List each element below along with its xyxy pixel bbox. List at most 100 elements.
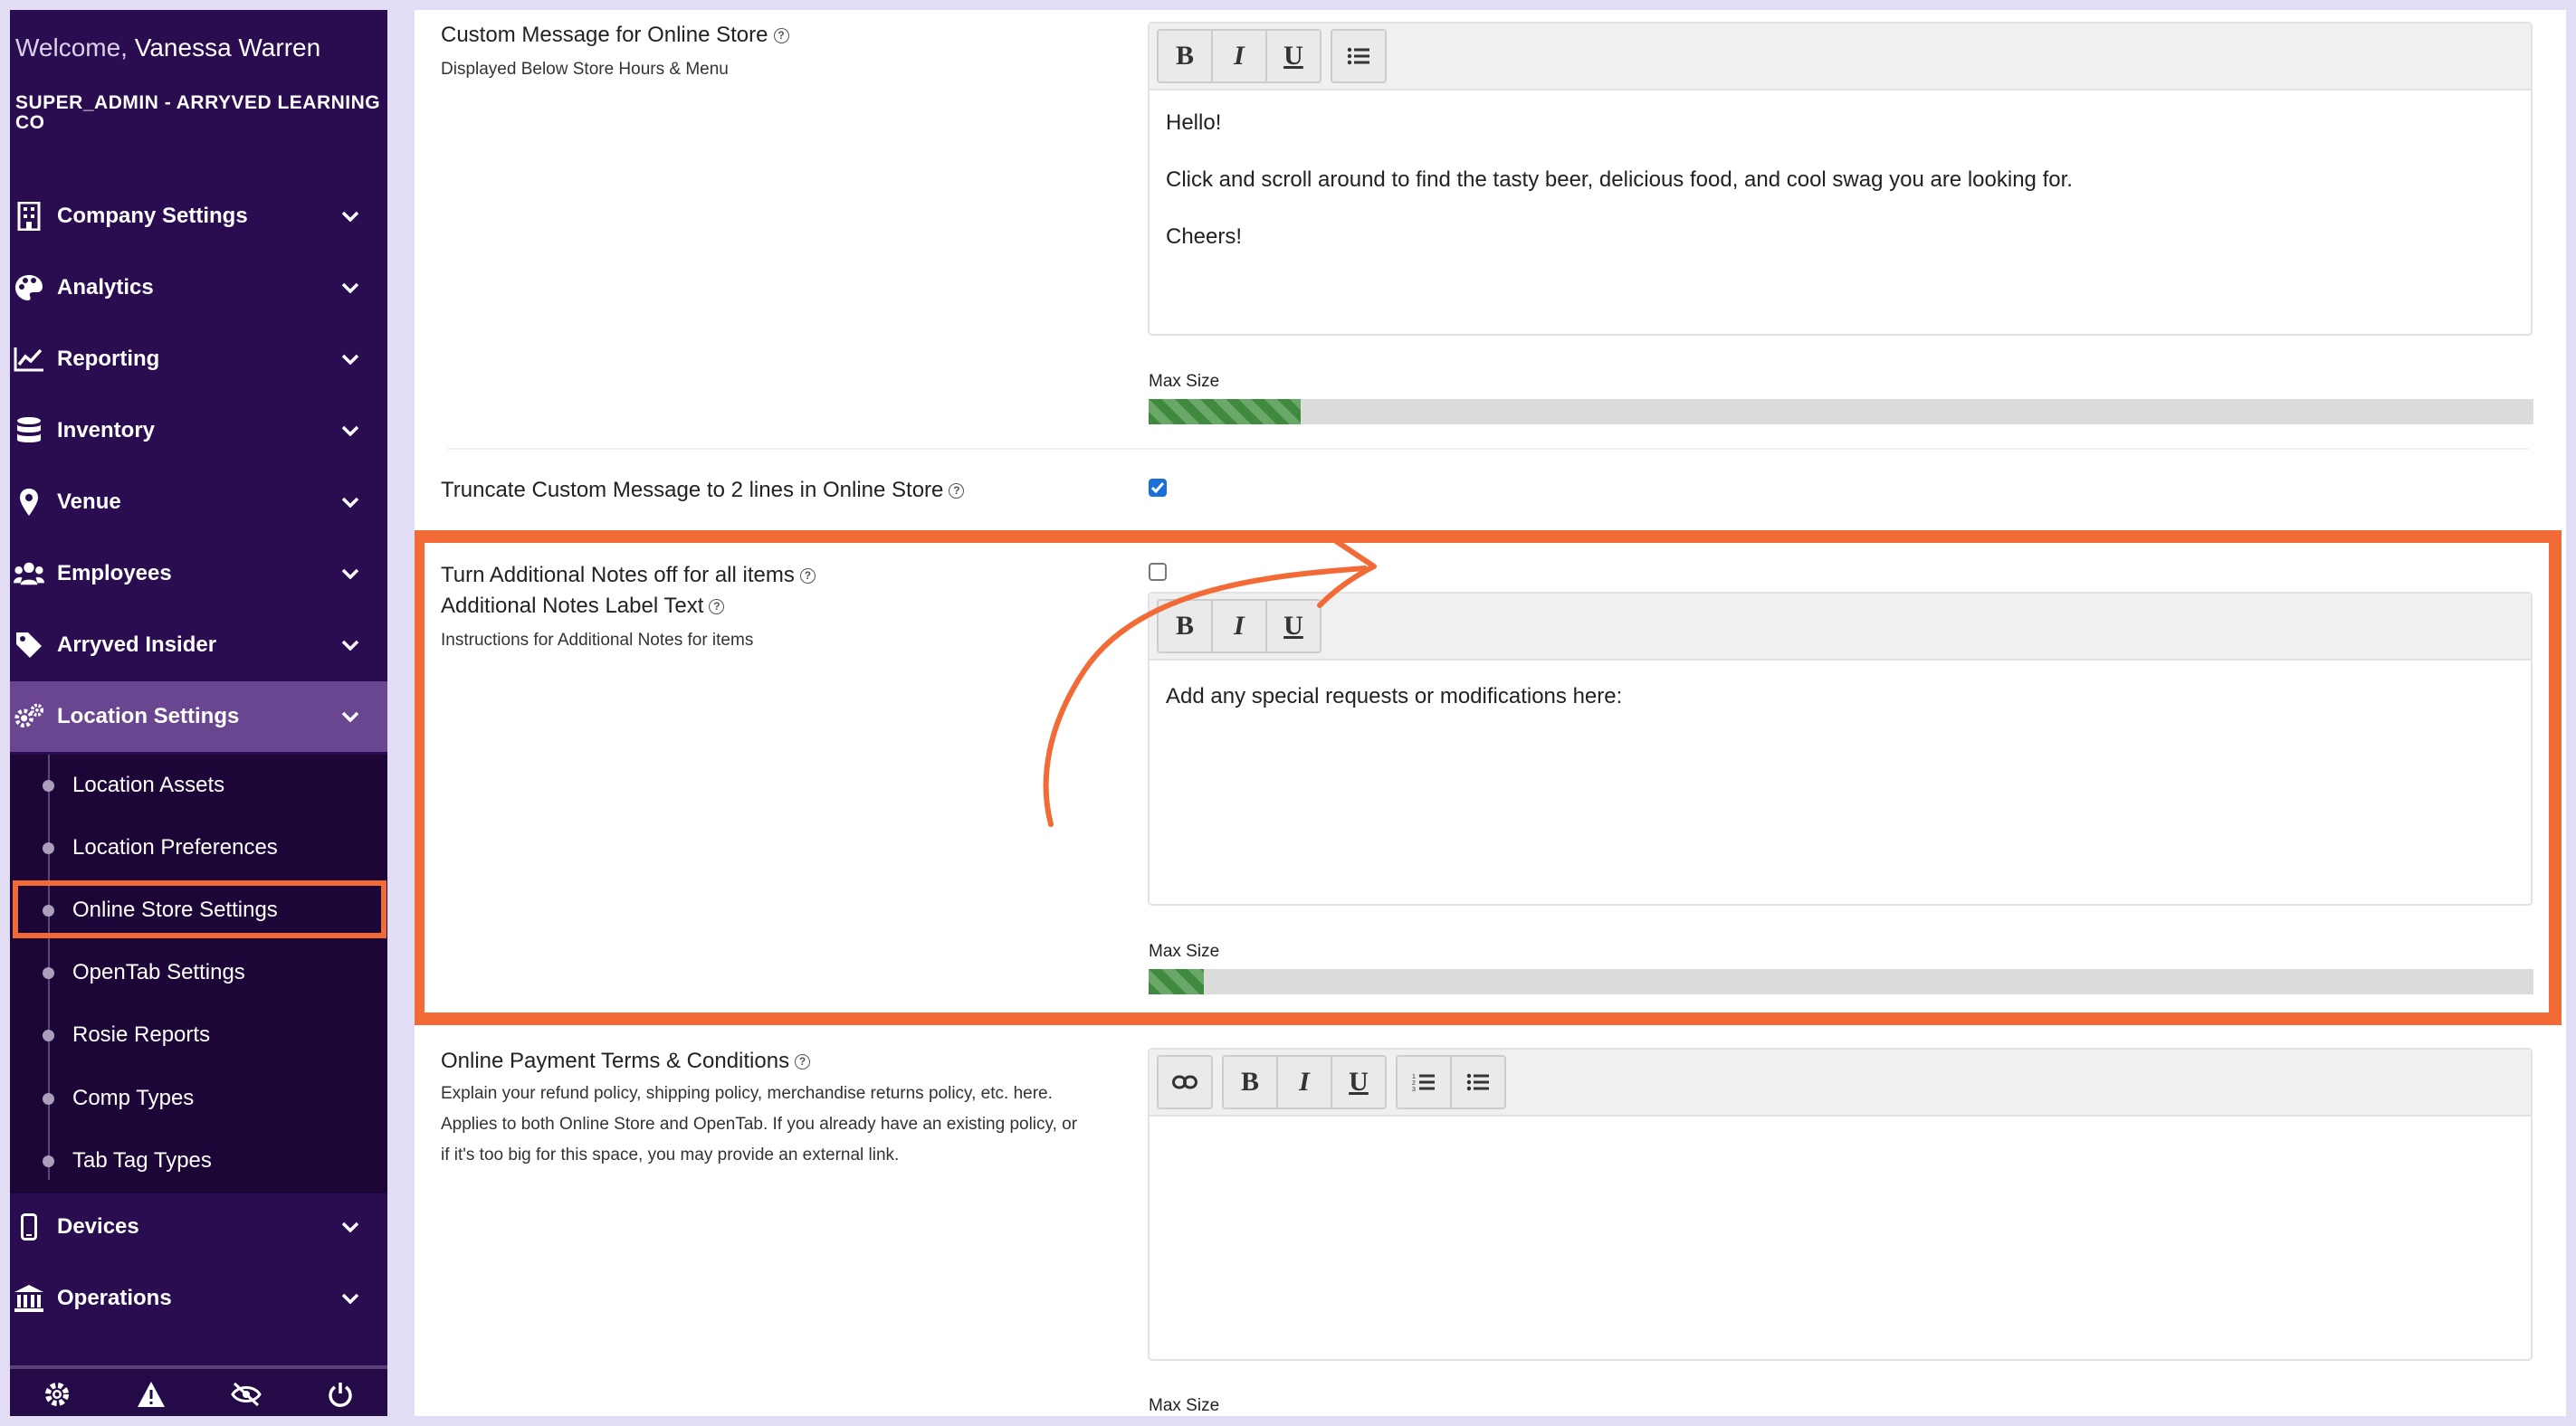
chevron-down-icon bbox=[337, 632, 364, 659]
help-icon[interactable]: ? bbox=[709, 599, 725, 615]
bullet-icon bbox=[43, 779, 54, 792]
payment-terms-sub-line: Explain your refund policy, shipping pol… bbox=[441, 1084, 1053, 1103]
payment-terms-label: Online Payment Terms & Conditions? bbox=[441, 1049, 811, 1074]
chevron-down-icon bbox=[337, 703, 364, 730]
palette-icon bbox=[14, 272, 44, 303]
payment-terms-editor: BIU 123 bbox=[1148, 1048, 2533, 1361]
progress-fill bbox=[1149, 969, 1205, 994]
nav-analytics[interactable]: Analytics bbox=[10, 252, 387, 323]
tag-icon bbox=[14, 630, 44, 661]
max-size-label: Max Size bbox=[1149, 372, 1220, 391]
truncate-checkbox[interactable] bbox=[1149, 479, 1167, 497]
max-size-progress bbox=[1149, 399, 2533, 424]
custom-message-label: Custom Message for Online Store? bbox=[441, 23, 789, 48]
bank-icon bbox=[14, 1283, 44, 1314]
sidebar: Welcome, Vanessa Warren SUPER_ADMIN - AR… bbox=[10, 10, 387, 1416]
payment-terms-sub-line: Applies to both Online Store and OpenTab… bbox=[441, 1115, 1078, 1134]
gears-icon bbox=[14, 701, 44, 732]
numbered-list-icon: 123 bbox=[1412, 1074, 1435, 1092]
nav-reporting[interactable]: Reporting bbox=[10, 324, 387, 395]
custom-message-sub: Displayed Below Store Hours & Menu bbox=[441, 60, 729, 79]
custom-message-editor: BIU Hello! Click and scroll around to fi… bbox=[1148, 22, 2533, 336]
location-settings-submenu: Location Assets Location Preferences Onl… bbox=[10, 755, 387, 1193]
bullet-icon bbox=[43, 1029, 54, 1041]
divider bbox=[447, 448, 2529, 450]
notes-label-sub: Instructions for Additional Notes for it… bbox=[441, 631, 754, 650]
help-icon[interactable]: ? bbox=[795, 1054, 811, 1070]
editor-toolbar: BIU bbox=[1150, 24, 2531, 90]
nav-operations[interactable]: Operations bbox=[10, 1263, 387, 1334]
underline-button[interactable]: U bbox=[1267, 601, 1320, 651]
editor-line: Cheers! bbox=[1166, 224, 1243, 249]
bullet-list-button[interactable] bbox=[1332, 31, 1385, 81]
sub-item-tab-tag-types[interactable]: Tab Tag Types bbox=[10, 1136, 387, 1186]
additional-notes-off-label: Turn Additional Notes off for all items? bbox=[441, 563, 816, 588]
chevron-down-icon bbox=[337, 489, 364, 516]
notes-label-text-label: Additional Notes Label Text? bbox=[441, 594, 725, 619]
bold-button[interactable]: B bbox=[1159, 601, 1213, 651]
company-name: SUPER_ADMIN - ARRYVED LEARNING CO bbox=[15, 92, 381, 133]
sub-item-location-assets[interactable]: Location Assets bbox=[10, 760, 387, 811]
sub-item-rosie-reports[interactable]: Rosie Reports bbox=[10, 1010, 387, 1060]
chevron-down-icon bbox=[337, 417, 364, 444]
svg-text:1: 1 bbox=[1412, 1074, 1416, 1080]
nav-employees[interactable]: Employees bbox=[10, 538, 387, 609]
chevron-down-icon bbox=[337, 1213, 364, 1241]
svg-text:3: 3 bbox=[1412, 1087, 1416, 1092]
help-icon[interactable]: ? bbox=[773, 28, 789, 44]
italic-button[interactable]: I bbox=[1278, 1057, 1332, 1108]
payment-terms-sub: Explain your refund policy, shipping pol… bbox=[441, 1079, 1077, 1171]
italic-button[interactable]: I bbox=[1213, 601, 1267, 651]
help-icon[interactable]: ? bbox=[799, 568, 816, 585]
max-size-progress bbox=[1149, 969, 2533, 994]
editor-toolbar: BIU 123 bbox=[1150, 1050, 2531, 1117]
building-icon bbox=[14, 201, 44, 232]
power-icon[interactable] bbox=[322, 1376, 358, 1412]
gear-icon[interactable] bbox=[39, 1376, 75, 1412]
bullet-icon bbox=[43, 841, 54, 854]
svg-text:2: 2 bbox=[1412, 1080, 1416, 1087]
active-item-highlight bbox=[13, 880, 386, 938]
numbered-list-button[interactable]: 123 bbox=[1398, 1057, 1452, 1108]
italic-button[interactable]: I bbox=[1213, 31, 1267, 81]
nav-company-settings[interactable]: Company Settings bbox=[10, 181, 387, 252]
editor-toolbar: BIU bbox=[1150, 594, 2531, 661]
underline-button[interactable]: U bbox=[1267, 31, 1320, 81]
help-icon[interactable]: ? bbox=[949, 483, 965, 499]
chevron-down-icon bbox=[337, 203, 364, 230]
chevron-down-icon bbox=[337, 560, 364, 587]
line-chart-icon bbox=[14, 344, 44, 375]
editor-line: Add any special requests or modification… bbox=[1166, 684, 1623, 708]
nav-location-settings[interactable]: Location Settings bbox=[10, 681, 387, 752]
sub-item-opentab-settings[interactable]: OpenTab Settings bbox=[10, 947, 387, 998]
map-pin-icon bbox=[14, 487, 44, 518]
link-icon bbox=[1172, 1075, 1197, 1089]
payment-terms-text[interactable] bbox=[1150, 1117, 2531, 1153]
notes-label-text[interactable]: Add any special requests or modification… bbox=[1150, 661, 2531, 757]
bullet-icon bbox=[43, 1092, 54, 1105]
warning-icon[interactable] bbox=[133, 1376, 169, 1412]
nav-venue[interactable]: Venue bbox=[10, 467, 387, 537]
main-content: Custom Message for Online Store? Display… bbox=[415, 10, 2566, 1416]
welcome-text: Welcome, Vanessa Warren bbox=[15, 33, 321, 62]
notes-label-editor: BIU Add any special requests or modifica… bbox=[1148, 592, 2533, 906]
nav-inventory[interactable]: Inventory bbox=[10, 395, 387, 466]
sub-item-location-preferences[interactable]: Location Preferences bbox=[10, 822, 387, 873]
user-name: Vanessa Warren bbox=[134, 33, 321, 62]
bold-button[interactable]: B bbox=[1159, 31, 1213, 81]
link-button[interactable] bbox=[1159, 1057, 1211, 1108]
nav-arryved-insider[interactable]: Arryved Insider bbox=[10, 610, 387, 680]
additional-notes-off-checkbox[interactable] bbox=[1149, 563, 1167, 581]
editor-line: Click and scroll around to find the tast… bbox=[1166, 167, 2073, 192]
bold-button[interactable]: B bbox=[1224, 1057, 1278, 1108]
custom-message-text[interactable]: Hello! Click and scroll around to find t… bbox=[1150, 90, 2531, 298]
max-size-label: Max Size bbox=[1149, 942, 1220, 961]
truncate-label: Truncate Custom Message to 2 lines in On… bbox=[441, 478, 965, 503]
eye-slash-icon[interactable] bbox=[228, 1376, 264, 1412]
sub-item-comp-types[interactable]: Comp Types bbox=[10, 1073, 387, 1124]
bullet-list-button[interactable] bbox=[1452, 1057, 1504, 1108]
sidebar-footer bbox=[10, 1365, 387, 1416]
nav-devices[interactable]: Devices bbox=[10, 1192, 387, 1262]
bullet-icon bbox=[43, 966, 54, 979]
underline-button[interactable]: U bbox=[1332, 1057, 1385, 1108]
